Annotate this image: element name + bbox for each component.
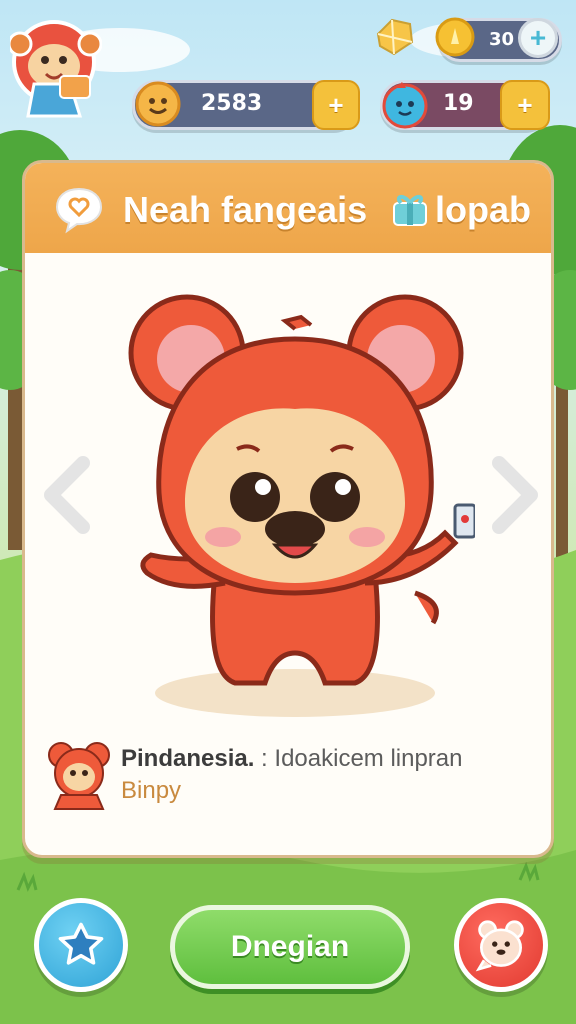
pet-button[interactable] [454, 898, 548, 992]
smiley-coin-icon [134, 80, 182, 128]
favorites-button[interactable] [34, 898, 128, 992]
star-badge-icon [58, 922, 104, 965]
previous-character-button[interactable] [39, 455, 95, 535]
blue-creature-gem-icon [380, 78, 430, 130]
monkey-avatar-icon [7, 20, 103, 118]
character-illustration [115, 293, 477, 733]
add-coins-button[interactable]: + [312, 80, 360, 130]
character-description: Pindanesia. : Idoakicem linpran [121, 745, 463, 773]
chat-bubble-heart-icon[interactable] [53, 183, 105, 235]
confirm-button[interactable]: Dnegian [170, 905, 410, 989]
pet-face-icon [475, 920, 524, 972]
character-description-text: : Idoakicem linpran [254, 745, 463, 772]
plus-icon: + [529, 22, 547, 53]
plus-icon: + [328, 89, 344, 120]
gems-value: 19 [443, 91, 474, 116]
character-info: Pindanesia. : Idoakicem linpran Binpy [47, 733, 537, 813]
mini-character-icon [47, 739, 111, 811]
gold-ticket-icon [434, 16, 476, 58]
plus-icon: + [517, 89, 533, 120]
card-header: Neah fangeais lopab [25, 163, 551, 253]
character-name: Pindanesia. [121, 745, 255, 772]
add-tickets-button[interactable]: + [518, 18, 558, 58]
crystal-icon [372, 12, 418, 58]
card-title-suffix: lopab [435, 189, 531, 230]
chevron-left-icon [44, 456, 90, 534]
coins-value: 2583 [201, 91, 263, 116]
confirm-button-label: Dnegian [230, 930, 350, 963]
tickets-value: 30 [489, 29, 515, 50]
card-title: Neah fangeais [123, 189, 368, 230]
character-card: Neah fangeais lopab Pindanesia.: Idoaki… [22, 160, 554, 858]
player-avatar[interactable] [7, 14, 103, 124]
gift-box-icon [391, 191, 429, 227]
character-subtitle: Binpy [121, 777, 182, 804]
add-gems-button[interactable]: + [500, 80, 550, 130]
next-character-button[interactable] [487, 455, 543, 535]
chevron-right-icon [492, 456, 538, 534]
